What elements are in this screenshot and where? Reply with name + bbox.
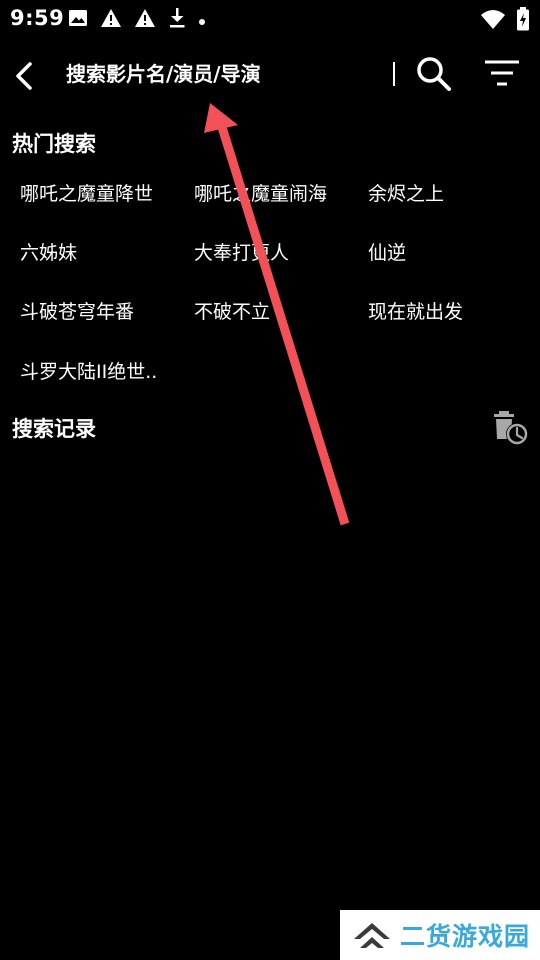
hot-search-item[interactable]: 大奉打更人 (194, 238, 289, 265)
hot-search-item[interactable]: 余烬之上 (368, 179, 444, 206)
hot-search-item[interactable]: 仙逆 (368, 238, 406, 265)
hot-search-item[interactable]: 六姊妹 (20, 238, 77, 265)
back-arrow-icon (16, 62, 32, 90)
hot-search-item[interactable]: 斗罗大陆II绝世.. (20, 357, 157, 384)
clear-history-button[interactable] (490, 410, 530, 448)
filter-button[interactable] (482, 56, 522, 92)
battery-icon (516, 7, 530, 35)
dot-icon (198, 11, 206, 30)
hot-search-item[interactable]: 哪吒之魔童降世 (20, 179, 153, 206)
hot-search-title: 热门搜索 (12, 132, 96, 156)
hot-search-item[interactable]: 不破不立 (194, 297, 270, 324)
search-toolbar (0, 48, 540, 100)
wifi-icon (480, 8, 506, 34)
watermark: 二货游戏园 (340, 910, 540, 960)
status-bar: 9:59 (0, 0, 540, 36)
watermark-text: 二货游戏园 (400, 922, 531, 951)
status-time: 9:59 (10, 6, 65, 30)
search-icon (417, 57, 451, 91)
trash-clock-icon (494, 411, 528, 445)
search-input[interactable] (66, 56, 386, 92)
hot-search-item[interactable]: 现在就出发 (368, 297, 463, 324)
system-icons (480, 7, 530, 35)
warning-icon (100, 8, 122, 32)
watermark-logo-icon (354, 923, 390, 948)
hot-search-item[interactable]: 哪吒之魔童闹海 (194, 179, 327, 206)
search-button[interactable] (414, 54, 454, 94)
hot-search-item[interactable]: 斗破苍穹年番 (20, 297, 134, 324)
warning-icon (134, 8, 156, 32)
download-icon (168, 7, 186, 33)
notification-icons (68, 7, 206, 33)
text-cursor (393, 62, 395, 86)
image-icon (68, 8, 88, 32)
search-history-title: 搜索记录 (12, 417, 96, 441)
filter-icon (485, 60, 519, 86)
back-button[interactable] (10, 54, 40, 94)
